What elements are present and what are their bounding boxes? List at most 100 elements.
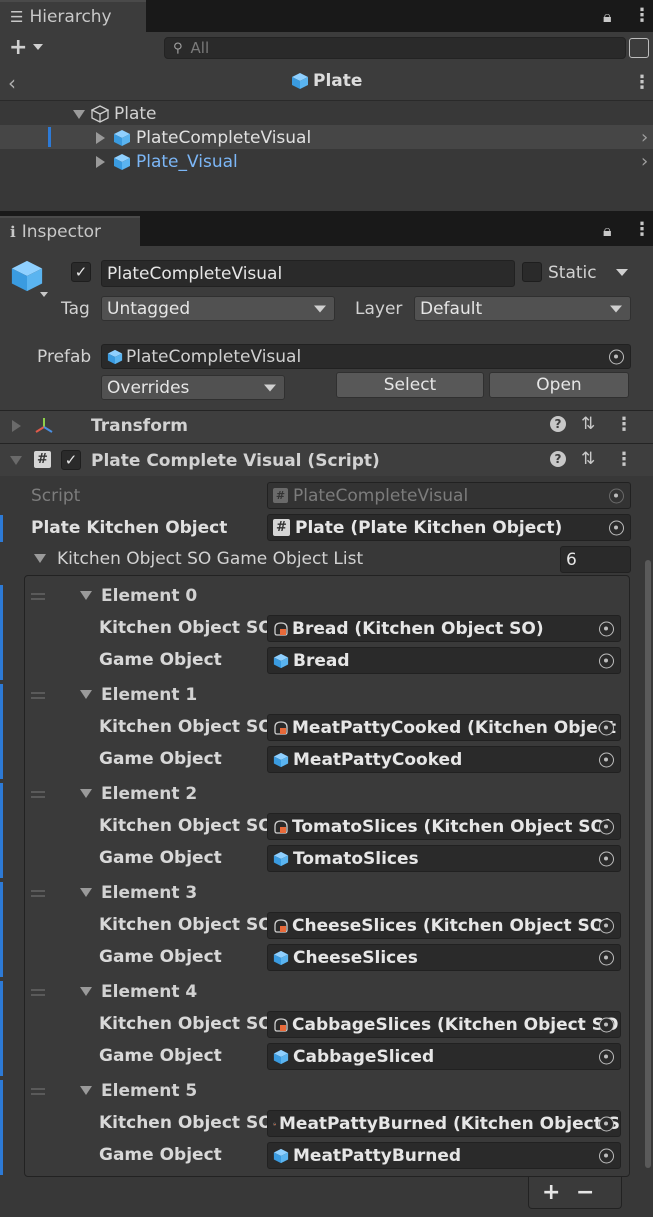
drag-handle-icon[interactable] <box>31 692 45 699</box>
add-dropdown-chevron-icon[interactable] <box>33 44 43 50</box>
game-object-field[interactable]: MeatPattyBurned <box>267 1142 621 1169</box>
tab-hierarchy[interactable]: ☰ Hierarchy <box>0 0 146 32</box>
object-picker-icon[interactable] <box>599 1049 614 1064</box>
inspector-scrollbar[interactable] <box>645 560 651 1168</box>
game-object-value: CabbageSliced <box>293 1046 435 1067</box>
object-picker-icon[interactable] <box>599 720 614 735</box>
back-arrow-icon[interactable]: ‹ <box>8 71 16 95</box>
preset-sliders-icon[interactable]: ⇅ <box>581 449 595 469</box>
kitchen-object-so-field[interactable]: CabbageSlices (Kitchen Object SO <box>267 1011 621 1038</box>
prefab-cube-icon[interactable] <box>10 259 44 293</box>
tree-item-plate-visual[interactable]: Plate_Visual <box>96 152 238 172</box>
active-checkbox[interactable]: ✓ <box>71 262 91 282</box>
script-hash-icon: # <box>34 451 51 468</box>
drag-handle-icon[interactable] <box>31 791 45 798</box>
breadcrumb-menu-icon[interactable]: ⋮ <box>633 72 651 93</box>
expand-right-icon[interactable] <box>12 420 21 432</box>
script-component-title: Plate Complete Visual (Script) <box>91 451 380 471</box>
expand-down-icon[interactable] <box>80 888 92 897</box>
scene-search-icon[interactable] <box>629 38 649 58</box>
object-picker-icon[interactable] <box>609 349 624 364</box>
game-object-field[interactable]: Bread <box>267 647 621 674</box>
gameobject-name-value: PlateCompleteVisual <box>107 263 283 284</box>
kitchen-object-so-field[interactable]: Bread (Kitchen Object SO) <box>267 615 621 642</box>
expand-down-icon[interactable] <box>80 789 92 798</box>
plate-kitchen-object-value: Plate (Plate Kitchen Object) <box>295 517 563 538</box>
expand-down-icon[interactable] <box>34 554 46 563</box>
remove-element-button[interactable]: − <box>576 1180 594 1205</box>
object-picker-icon[interactable] <box>599 918 614 933</box>
hierarchy-menu-icon[interactable]: ⋮ <box>633 5 651 26</box>
expand-down-icon[interactable] <box>80 987 92 996</box>
breadcrumb[interactable]: Plate <box>291 71 362 91</box>
game-object-field[interactable]: CabbageSliced <box>267 1043 621 1070</box>
static-dropdown-chevron-icon[interactable] <box>616 269 628 276</box>
preset-sliders-icon[interactable]: ⇅ <box>581 414 595 434</box>
expand-down-icon[interactable] <box>73 109 85 119</box>
component-menu-icon[interactable]: ⋮ <box>615 414 633 435</box>
plate-kitchen-object-field[interactable]: # Plate (Plate Kitchen Object) <box>267 514 631 541</box>
expand-down-icon[interactable] <box>80 690 92 699</box>
object-picker-icon[interactable] <box>599 653 614 668</box>
static-checkbox[interactable] <box>522 262 542 282</box>
kitchen-object-so-field[interactable]: MeatPattyCooked (Kitchen Object <box>267 714 621 741</box>
drag-handle-icon[interactable] <box>31 593 45 600</box>
tab-inspector[interactable]: ℹ Inspector <box>0 216 140 246</box>
object-picker-icon[interactable] <box>599 1148 614 1163</box>
help-icon[interactable]: ? <box>550 451 566 467</box>
list-size-field[interactable]: 6 <box>560 546 631 573</box>
chevron-right-icon[interactable]: › <box>641 151 648 172</box>
chevron-right-icon[interactable]: › <box>641 127 648 148</box>
tag-dropdown[interactable]: Untagged <box>101 296 335 321</box>
add-element-button[interactable]: + <box>542 1180 560 1205</box>
game-object-label: Game Object <box>99 947 222 967</box>
layer-label: Layer <box>355 299 403 319</box>
list-label: Kitchen Object SO Game Object List <box>57 549 364 569</box>
object-picker-icon[interactable] <box>599 1017 614 1032</box>
kitchen-object-so-field[interactable]: CheeseSlices (Kitchen Object SO) <box>267 912 621 939</box>
object-picker-icon[interactable] <box>609 520 624 535</box>
override-marker <box>0 981 3 1076</box>
object-picker-icon[interactable] <box>599 819 614 834</box>
inspector-menu-icon[interactable]: ⋮ <box>633 219 651 240</box>
expand-down-icon[interactable] <box>80 591 92 600</box>
game-object-field[interactable]: CheeseSlices <box>267 944 621 971</box>
tab-inspector-label: Inspector <box>21 222 102 242</box>
script-enabled-checkbox[interactable]: ✓ <box>61 450 81 470</box>
lock-icon[interactable]: 🔒︎ <box>603 221 612 241</box>
help-icon[interactable]: ? <box>550 416 566 432</box>
prefab-label: Prefab <box>37 347 92 367</box>
select-button[interactable]: Select <box>336 372 484 398</box>
prefab-cube-icon <box>114 154 130 170</box>
kitchen-object-so-field[interactable]: MeatPattyBurned (Kitchen Object S <box>267 1110 621 1137</box>
drag-handle-icon[interactable] <box>31 989 45 996</box>
add-icon[interactable]: + <box>9 35 27 60</box>
expand-down-icon[interactable] <box>80 1086 92 1095</box>
game-object-field[interactable]: MeatPattyCooked <box>267 746 621 773</box>
tree-item-platecompletevisual[interactable]: PlateCompleteVisual <box>96 128 311 148</box>
kitchen-object-so-value: MeatPattyCooked (Kitchen Object <box>292 717 616 738</box>
tree-item-plate[interactable]: Plate <box>73 104 157 124</box>
layer-dropdown[interactable]: Default <box>414 296 631 321</box>
expand-right-icon[interactable] <box>96 156 105 168</box>
object-picker-icon[interactable] <box>599 621 614 636</box>
object-picker-icon[interactable] <box>599 950 614 965</box>
lock-icon[interactable]: 🔒︎ <box>603 7 612 27</box>
drag-handle-icon[interactable] <box>31 890 45 897</box>
element-title: Element 5 <box>101 1081 198 1101</box>
object-picker-icon[interactable] <box>599 851 614 866</box>
gameobject-name-field[interactable]: PlateCompleteVisual <box>101 260 515 287</box>
component-menu-icon[interactable]: ⋮ <box>615 449 633 470</box>
icon-dropdown-chevron-icon[interactable] <box>40 292 48 297</box>
kitchen-object-so-field[interactable]: TomatoSlices (Kitchen Object SO) <box>267 813 621 840</box>
expand-right-icon[interactable] <box>96 132 105 144</box>
drag-handle-icon[interactable] <box>31 1088 45 1095</box>
game-object-field[interactable]: TomatoSlices <box>267 845 621 872</box>
object-picker-icon[interactable] <box>599 1116 614 1131</box>
object-picker-icon[interactable] <box>599 752 614 767</box>
open-button[interactable]: Open <box>489 372 629 398</box>
expand-down-icon[interactable] <box>10 456 22 465</box>
hierarchy-search-input[interactable]: ⚲ All <box>164 37 626 59</box>
overrides-dropdown[interactable]: Overrides <box>101 375 285 400</box>
prefab-asset-field[interactable]: PlateCompleteVisual <box>101 344 631 369</box>
